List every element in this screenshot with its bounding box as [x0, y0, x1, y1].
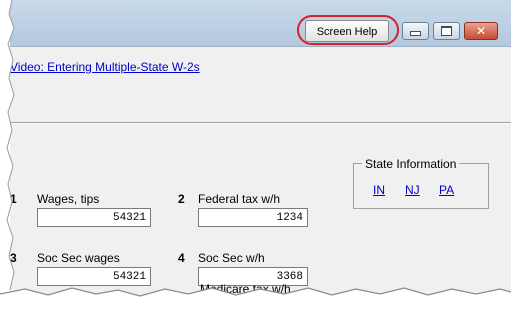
maximize-icon — [441, 26, 452, 36]
box-number-2: 2 — [178, 192, 185, 206]
torn-edge-left — [0, 0, 15, 291]
maximize-button[interactable] — [433, 22, 460, 40]
soc-sec-wages-label: Soc Sec wages — [37, 251, 120, 265]
wages-tips-label: Wages, tips — [37, 192, 100, 206]
wages-tips-field[interactable]: 54321 — [37, 208, 151, 227]
state-link-pa[interactable]: PA — [439, 183, 454, 197]
soc-sec-wh-label: Soc Sec w/h — [198, 251, 265, 265]
close-button[interactable]: ✕ — [464, 22, 498, 40]
soc-sec-wages-field[interactable]: 54321 — [37, 267, 151, 286]
minimize-button[interactable] — [402, 22, 429, 40]
torn-edge-bottom — [0, 287, 511, 321]
form-content: Video: Entering Multiple-State W-2s 1 Wa… — [10, 47, 511, 300]
close-icon: ✕ — [475, 24, 487, 38]
minimize-icon — [410, 31, 421, 36]
state-link-in[interactable]: IN — [373, 183, 385, 197]
state-information-title: State Information — [362, 157, 460, 171]
state-link-nj[interactable]: NJ — [405, 183, 420, 197]
video-link[interactable]: Video: Entering Multiple-State W-2s — [10, 60, 200, 74]
screen-help-highlight — [297, 15, 399, 45]
federal-tax-field[interactable]: 1234 — [198, 208, 308, 227]
application-window: Screen Help ✕ Video: Entering Multiple-S… — [10, 0, 511, 300]
federal-tax-label: Federal tax w/h — [198, 192, 281, 206]
box-number-4: 4 — [178, 251, 185, 265]
